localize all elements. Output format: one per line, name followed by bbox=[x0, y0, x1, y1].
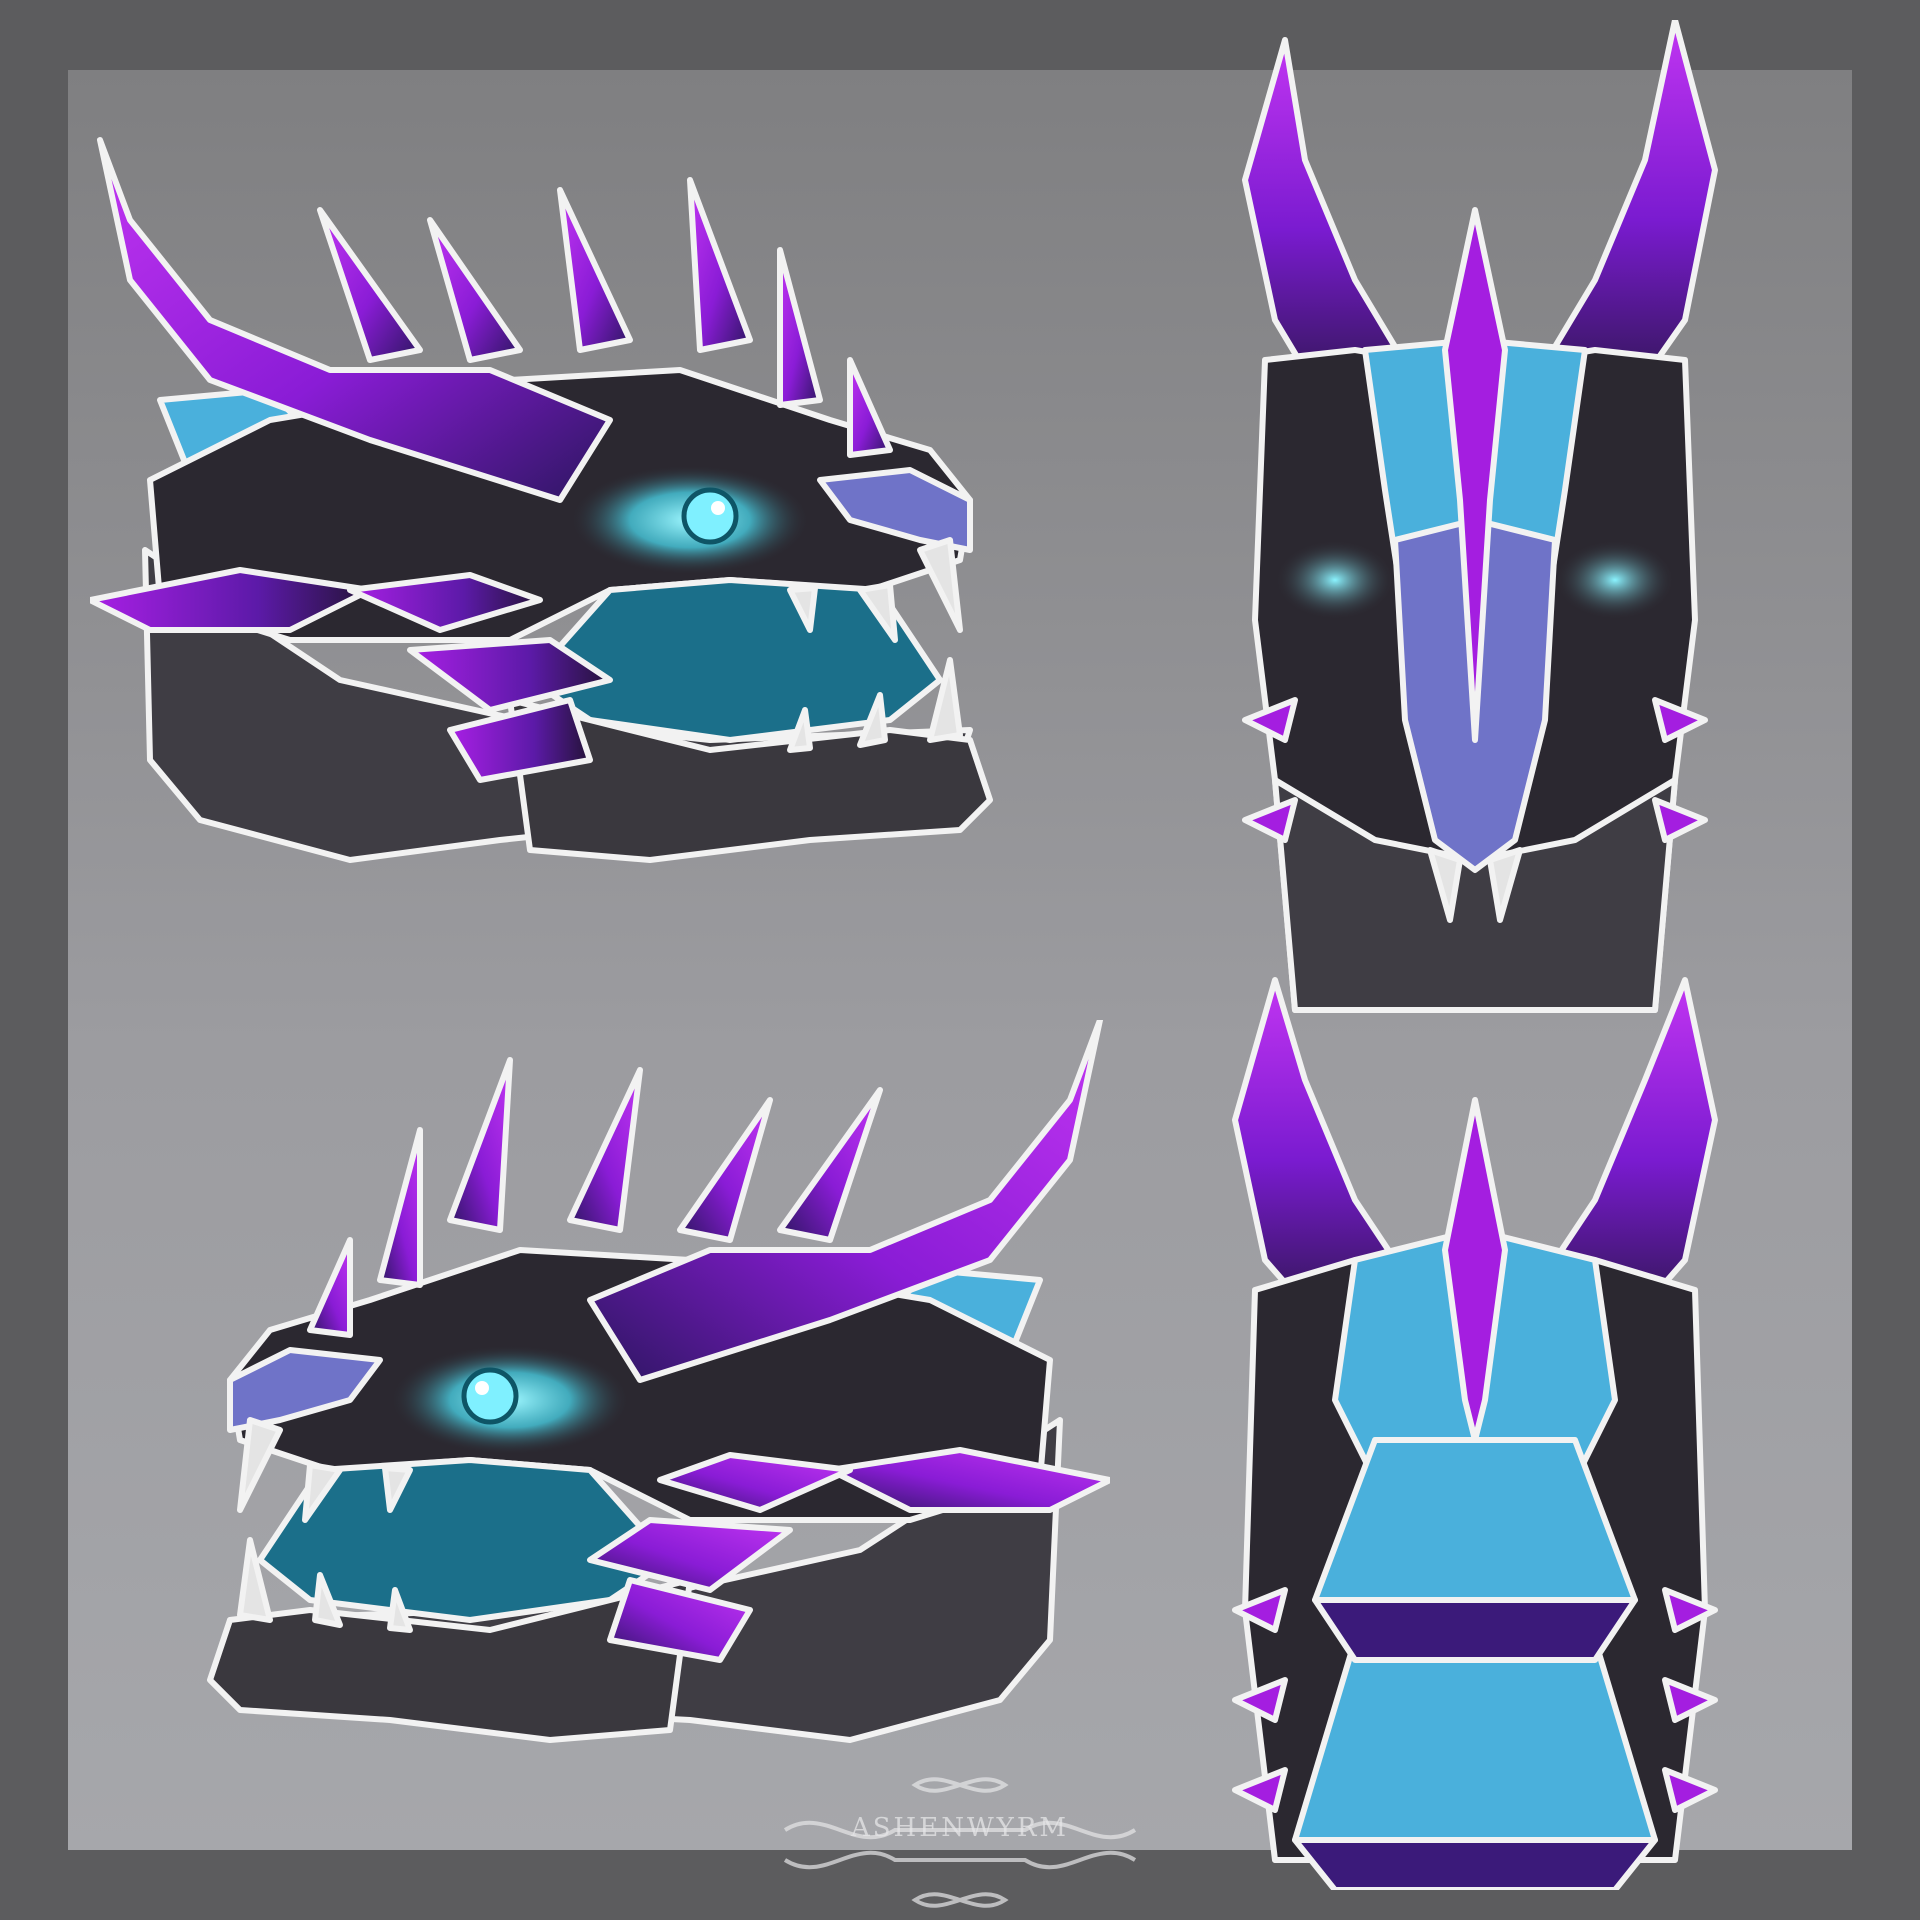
artwork-canvas: ASHENWYRM bbox=[0, 0, 1920, 1920]
dragon-head-front-view bbox=[1215, 20, 1735, 1020]
dragon-head-side-view-left bbox=[100, 1020, 1110, 1760]
artist-watermark: ASHENWYRM bbox=[765, 1755, 1155, 1915]
watermark-text: ASHENWYRM bbox=[850, 1813, 1070, 1843]
dragon-head-side-view-right bbox=[90, 120, 1110, 880]
dragon-head-top-view bbox=[1215, 960, 1735, 1890]
